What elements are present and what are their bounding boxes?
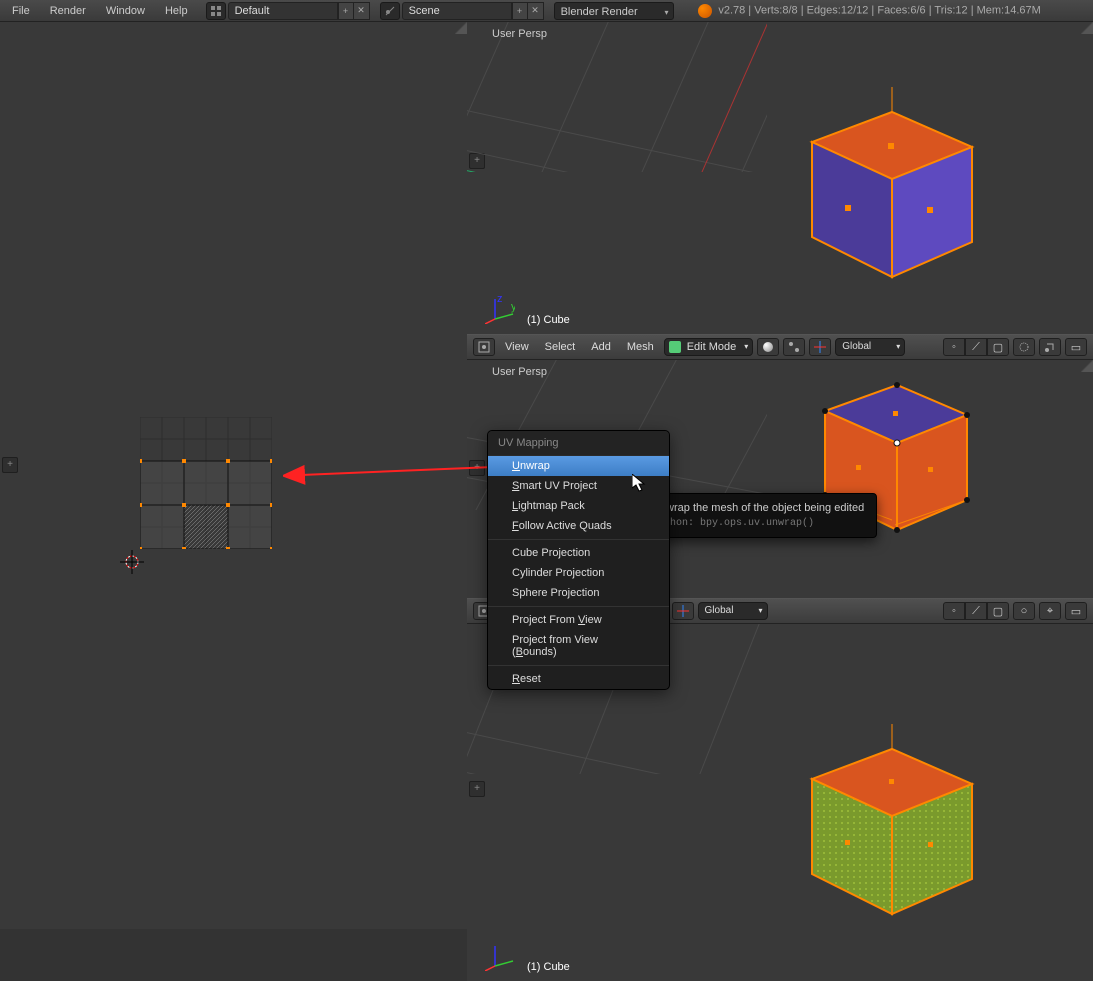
manipulator-icon[interactable]	[809, 338, 831, 356]
scene-browse-icon[interactable]	[380, 2, 400, 20]
viewport-label: User Persp	[492, 366, 547, 378]
face-select-icon[interactable]: ▢	[987, 338, 1009, 356]
proportional-edit-icon[interactable]: ○	[1013, 602, 1035, 620]
snap-icon[interactable]	[1039, 338, 1061, 356]
menu-item-cube-projection[interactable]: Cube Projection	[488, 543, 669, 563]
orientation-selector[interactable]: Global	[835, 338, 905, 356]
axis-gizmo-icon: z y	[485, 294, 515, 324]
2d-cursor-icon	[120, 550, 144, 574]
panel-corner-handle[interactable]	[1081, 360, 1093, 372]
vert-select-icon[interactable]: ◦	[943, 338, 965, 356]
top-menu-bar: File Render Window Help + ✕ + ✕ Blender …	[0, 0, 1093, 22]
layout-remove-button[interactable]: ✕	[354, 2, 370, 20]
orientation-selector[interactable]: Global	[698, 602, 768, 620]
uv-mapping-menu: UV Mapping Unwrap Smart UV Project Light…	[487, 430, 670, 690]
cube-object	[797, 87, 987, 292]
mouse-cursor-icon	[632, 474, 648, 494]
editor-type-icon[interactable]	[473, 338, 495, 356]
face-select-icon[interactable]: ▢	[987, 602, 1009, 620]
viewport-header-toolbar: View Select Add Mesh Edit Mode Global ◦ …	[467, 334, 1093, 360]
viewport-top[interactable]: + User Persp (1) Cube z y	[467, 22, 1093, 334]
menu-help[interactable]: Help	[157, 3, 196, 19]
blender-logo-icon	[698, 4, 712, 18]
menu-item-cylinder-projection[interactable]: Cylinder Projection	[488, 563, 669, 583]
header-menu-mesh[interactable]: Mesh	[621, 341, 660, 353]
shading-mode-icon[interactable]	[757, 338, 779, 356]
panel-corner-handle[interactable]	[455, 22, 467, 34]
vert-select-icon[interactable]: ◦	[943, 602, 965, 620]
svg-text:z: z	[497, 294, 503, 305]
scene-name-input[interactable]	[402, 2, 512, 20]
scene-selector-group: + ✕	[380, 2, 544, 20]
menu-title: UV Mapping	[488, 431, 669, 456]
menu-item-unwrap[interactable]: Unwrap	[488, 456, 669, 476]
menu-item-sphere-projection[interactable]: Sphere Projection	[488, 583, 669, 603]
manipulator-icon[interactable]	[672, 602, 694, 620]
scene-remove-button[interactable]: ✕	[528, 2, 544, 20]
svg-text:y: y	[511, 301, 515, 313]
layout-add-button[interactable]: +	[338, 2, 354, 20]
proportional-edit-icon[interactable]	[1013, 338, 1035, 356]
snap-icon[interactable]: ⌖	[1039, 602, 1061, 620]
menu-item-lightmap[interactable]: Lightmap Pack	[488, 496, 669, 516]
panel-corner-handle[interactable]	[1081, 22, 1093, 34]
mode-selector[interactable]: Edit Mode	[664, 338, 754, 356]
header-menu-add[interactable]: Add	[585, 341, 617, 353]
render-engine-selector[interactable]: Blender Render	[554, 2, 674, 20]
layout-browse-icon[interactable]	[206, 2, 226, 20]
object-name-label: (1) Cube	[527, 961, 570, 973]
edge-select-icon[interactable]: ⟋	[965, 338, 987, 356]
menu-item-project-from-view[interactable]: Project From View	[488, 610, 669, 630]
scene-stats: v2.78 | Verts:8/8 | Edges:12/12 | Faces:…	[698, 4, 1041, 18]
tooltip-text: Unwrap the mesh of the object being edit…	[652, 502, 864, 514]
object-name-label: (1) Cube	[527, 314, 570, 326]
edge-select-icon[interactable]: ⟋	[965, 602, 987, 620]
axis-gizmo-icon	[485, 941, 515, 971]
header-menu-select[interactable]: Select	[539, 341, 582, 353]
pivot-icon[interactable]	[783, 338, 805, 356]
menu-window[interactable]: Window	[98, 3, 153, 19]
menu-item-project-bounds[interactable]: Project from View (Bounds)	[488, 630, 669, 662]
tooltip: Unwrap the mesh of the object being edit…	[639, 493, 877, 538]
menu-render[interactable]: Render	[42, 3, 94, 19]
annotation-arrow	[283, 457, 498, 487]
select-mode-cluster: ◦ ⟋ ▢	[943, 338, 1009, 356]
cube-object-textured[interactable]	[797, 724, 987, 934]
render-border-icon[interactable]: ▭	[1065, 338, 1087, 356]
menu-item-reset[interactable]: Reset	[488, 669, 669, 689]
toolbar-expand-button[interactable]: +	[469, 781, 485, 797]
viewport-label: User Persp	[492, 28, 547, 40]
layout-selector-group: + ✕	[206, 2, 370, 20]
render-border-icon[interactable]: ▭	[1065, 602, 1087, 620]
tooltip-python: Python: bpy.ops.uv.unwrap()	[652, 518, 864, 529]
uv-toolbar-expand-button[interactable]: +	[2, 457, 18, 473]
layout-name-input[interactable]	[228, 2, 338, 20]
menu-item-follow-quads[interactable]: Follow Active Quads	[488, 516, 669, 536]
uv-layout[interactable]	[140, 417, 272, 549]
scene-add-button[interactable]: +	[512, 2, 528, 20]
header-menu-view[interactable]: View	[499, 341, 535, 353]
menu-file[interactable]: File	[4, 3, 38, 19]
